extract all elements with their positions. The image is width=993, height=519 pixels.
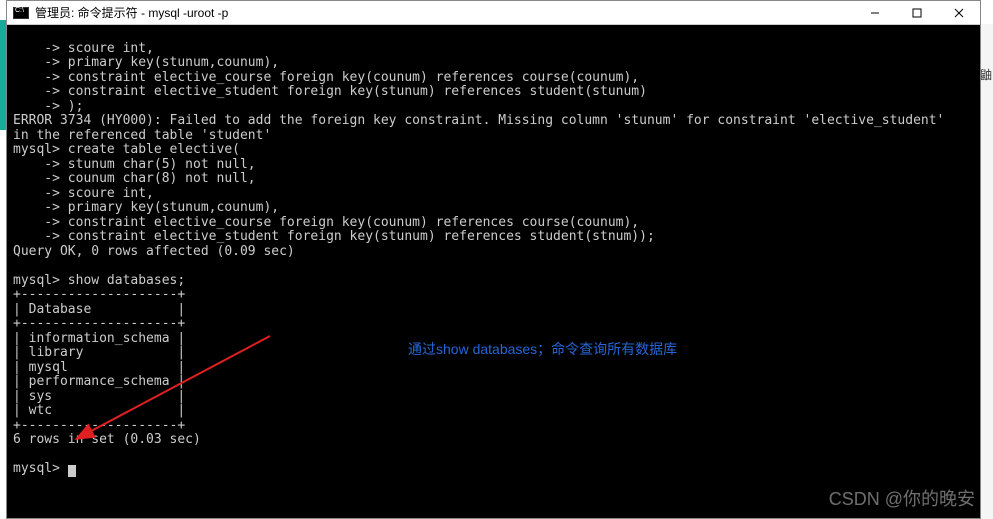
cmd-window: 管理员: 命令提示符 - mysql -uroot -p -> scoure i… [6,0,981,519]
term-line: | sys | [13,389,185,404]
term-line: +--------------------+ [13,287,185,302]
term-line: -> constraint elective_course foreign ke… [13,215,639,230]
term-line: | Database | [13,302,185,317]
term-line: +--------------------+ [13,418,185,433]
window-controls [854,1,980,24]
term-line: | library | [13,345,185,360]
right-background-strip [981,24,993,519]
term-line: -> constraint elective_student foreign k… [13,229,655,244]
term-line: -> constraint elective_course foreign ke… [13,70,639,85]
minimize-button[interactable] [854,1,896,24]
titlebar[interactable]: 管理员: 命令提示符 - mysql -uroot -p [7,1,980,25]
term-line: -> constraint elective_student foreign k… [13,84,647,99]
watermark-text: CSDN @你的晚安 [829,485,975,511]
term-line: -> ); [13,99,83,114]
term-line: -> counum char(8) not null, [13,171,256,186]
cmd-icon [13,7,29,19]
term-line: mysql> create table elective( [13,142,240,157]
annotation-text: 通过show databases；命令查询所有数据库 [408,339,677,359]
term-line: | mysql | [13,360,185,375]
term-line: -> scoure int, [13,41,154,56]
window-title: 管理员: 命令提示符 - mysql -uroot -p [35,4,854,21]
term-line: -> scoure int, [13,186,154,201]
term-line: -> primary key(stunum,counum), [13,55,279,70]
prompt-line: mysql> [13,461,68,476]
maximize-button[interactable] [896,1,938,24]
term-line: +--------------------+ [13,316,185,331]
term-line: | wtc | [13,403,185,418]
term-line: 6 rows in set (0.03 sec) [13,432,201,447]
term-line: | performance_schema | [13,374,185,389]
term-line: in the referenced table 'student' [13,128,271,143]
close-button[interactable] [938,1,980,24]
term-line: -> stunum char(5) not null, [13,157,256,172]
term-line: ERROR 3734 (HY000): Failed to add the fo… [13,113,944,128]
term-line: -> primary key(stunum,counum), [13,200,279,215]
term-line: | information_schema | [13,331,185,346]
term-line: Query OK, 0 rows affected (0.09 sec) [13,244,295,259]
terminal-output[interactable]: -> scoure int, -> primary key(stunum,cou… [7,25,980,493]
cursor-icon [68,465,76,477]
term-line: mysql> show databases; [13,273,185,288]
browser-char: 鼬 [980,66,992,83]
